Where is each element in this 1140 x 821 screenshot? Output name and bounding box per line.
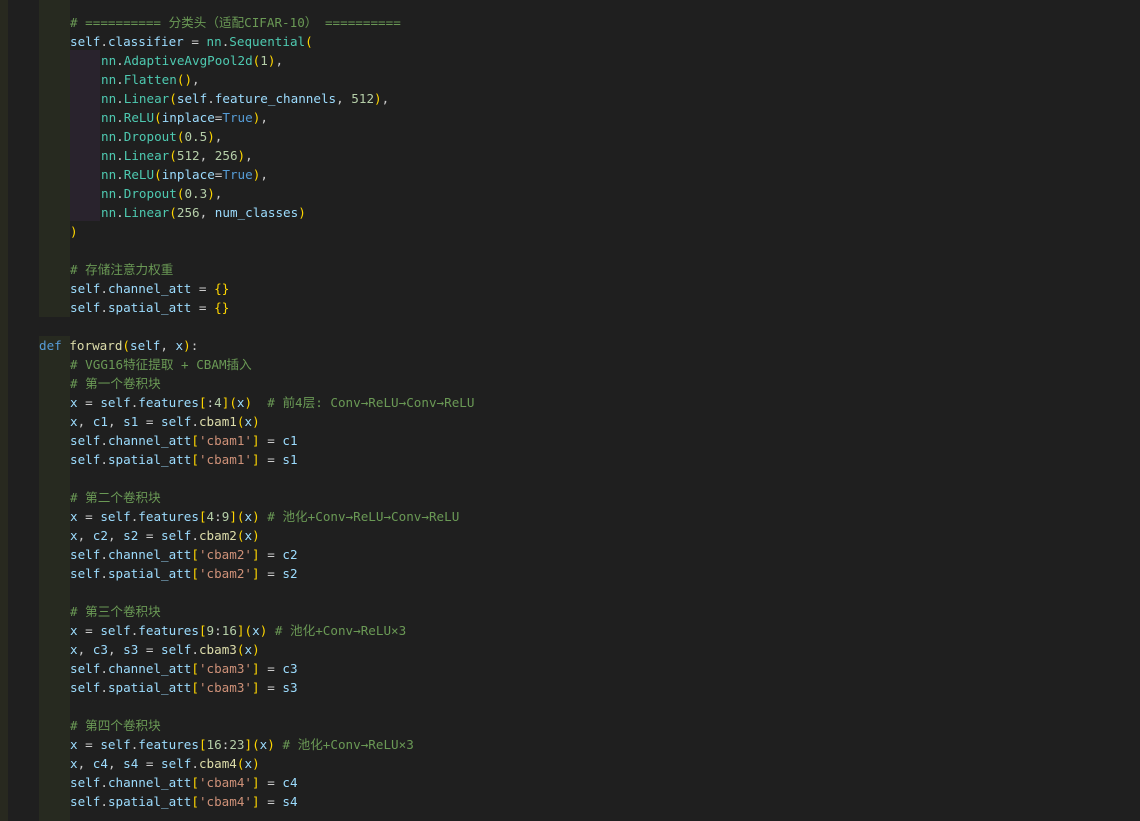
code-line[interactable]: self.channel_att['cbam3'] = c3 — [70, 659, 298, 678]
code-line[interactable]: nn.ReLU(inplace=True), — [101, 108, 268, 127]
code-line[interactable]: def forward(self, x): — [39, 336, 198, 355]
code-line[interactable]: self.spatial_att['cbam4'] = s4 — [70, 792, 298, 811]
code-line[interactable]: # 第一个卷积块 — [70, 374, 161, 393]
code-line[interactable]: x = self.features[:4](x) # 前4层: Conv→ReL… — [70, 393, 474, 412]
code-line[interactable]: self.spatial_att['cbam2'] = s2 — [70, 564, 298, 583]
code-line[interactable]: self.channel_att['cbam2'] = c2 — [70, 545, 298, 564]
code-line[interactable]: self.classifier = nn.Sequential( — [70, 32, 313, 51]
code-line[interactable]: nn.Linear(256, num_classes) — [101, 203, 306, 222]
code-line[interactable]: # 存储注意力权重 — [70, 260, 173, 279]
code-line[interactable]: ) — [70, 222, 78, 241]
indent-guide-level-1 — [0, 0, 8, 821]
code-line[interactable]: self.spatial_att = {} — [70, 298, 229, 317]
code-line[interactable]: x, c3, s3 = self.cbam3(x) — [70, 640, 260, 659]
code-line[interactable]: self.spatial_att['cbam1'] = s1 — [70, 450, 298, 469]
code-line[interactable]: self.channel_att['cbam4'] = c4 — [70, 773, 298, 792]
code-line[interactable]: nn.AdaptiveAvgPool2d(1), — [101, 51, 283, 70]
code-line[interactable]: # 第三个卷积块 — [70, 602, 161, 621]
code-line[interactable]: self.channel_att = {} — [70, 279, 229, 298]
code-line[interactable]: # ========== 分类头（适配CIFAR-10） ========== — [70, 13, 401, 32]
code-line[interactable]: x = self.features[16:23](x) # 池化+Conv→Re… — [70, 735, 414, 754]
code-line[interactable]: # 第四个卷积块 — [70, 716, 161, 735]
code-line[interactable]: x, c1, s1 = self.cbam1(x) — [70, 412, 260, 431]
code-line[interactable]: x, c2, s2 = self.cbam2(x) — [70, 526, 260, 545]
code-line[interactable]: x = self.features[9:16](x) # 池化+Conv→ReL… — [70, 621, 406, 640]
code-line[interactable]: x = self.features[4:9](x) # 池化+Conv→ReLU… — [70, 507, 459, 526]
indent-guide-level-2 — [39, 0, 70, 821]
code-line[interactable]: nn.Linear(self.feature_channels, 512), — [101, 89, 389, 108]
code-line[interactable]: nn.ReLU(inplace=True), — [101, 165, 268, 184]
indent-guide-level-3 — [70, 50, 100, 221]
code-line[interactable]: # 第二个卷积块 — [70, 488, 161, 507]
code-line[interactable]: self.channel_att['cbam1'] = c1 — [70, 431, 298, 450]
code-line[interactable]: nn.Dropout(0.3), — [101, 184, 222, 203]
code-line[interactable]: nn.Dropout(0.5), — [101, 127, 222, 146]
code-line[interactable]: nn.Flatten(), — [101, 70, 200, 89]
code-line[interactable]: # VGG16特征提取 + CBAM插入 — [70, 355, 252, 374]
code-line[interactable]: x, c4, s4 = self.cbam4(x) — [70, 754, 260, 773]
code-line[interactable]: self.spatial_att['cbam3'] = s3 — [70, 678, 298, 697]
code-line[interactable]: nn.Linear(512, 256), — [101, 146, 253, 165]
code-editor[interactable]: # ========== 分类头（适配CIFAR-10） ========== s… — [0, 0, 1140, 821]
